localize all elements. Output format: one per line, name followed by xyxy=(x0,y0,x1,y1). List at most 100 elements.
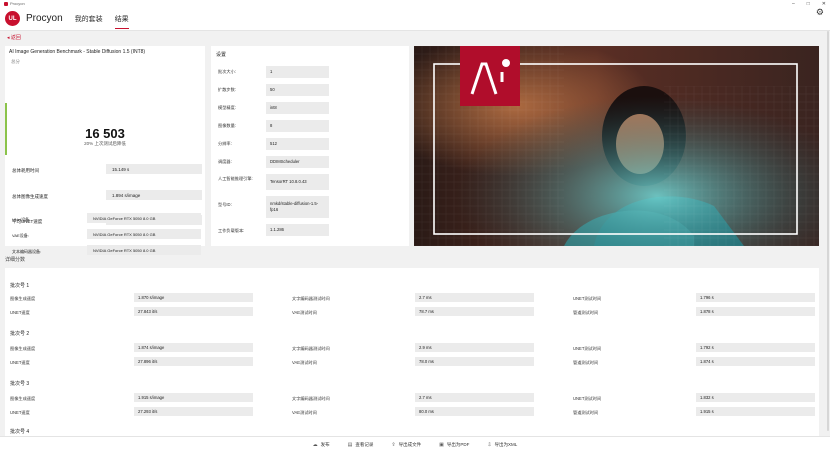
setting-value: 1 xyxy=(266,66,329,78)
detail-label: 文字编码器测试时间 xyxy=(292,346,330,351)
detail-label: UNET速度 xyxy=(10,310,30,315)
tab-my-suites[interactable]: 我的套装 xyxy=(75,7,103,30)
app-header: UL Procyon 我的套装 结果 xyxy=(0,7,830,31)
window-titlebar: Procyon – □ ✕ xyxy=(0,0,830,7)
setting-label: 模型精度: xyxy=(218,105,236,110)
detail-value: 1.874 s xyxy=(696,357,815,366)
detail-label: 图像生成速度 xyxy=(10,296,36,301)
setting-label: 分辨率: xyxy=(218,141,232,146)
overall-score: 16 503 xyxy=(85,126,125,141)
minimize-icon[interactable]: – xyxy=(792,1,795,7)
score-percentile: 20% 上次测试后降低 xyxy=(84,141,126,146)
pdf-icon: ▣ xyxy=(439,441,444,448)
detail-value: 1.792 s xyxy=(696,343,815,352)
view-log-button[interactable]: ▤ 查看记录 xyxy=(348,442,374,448)
device-label: 文本编码器设备: xyxy=(12,249,42,254)
setting-value: 512 xyxy=(266,138,329,150)
device-label: UNet设备: xyxy=(12,217,31,222)
benchmark-title: AI Image Generation Benchmark - Stable D… xyxy=(9,49,146,55)
detail-label: 文字编码器测试时间 xyxy=(292,296,330,301)
benchmark-hero-image xyxy=(414,46,819,246)
setting-value: 1.1.286 xyxy=(266,224,329,236)
window-title: Procyon xyxy=(10,1,25,6)
detail-value: 1.796 s xyxy=(696,293,815,302)
detail-value: 1.915 s xyxy=(696,407,815,416)
detail-value: 27.843 it/s xyxy=(134,307,253,316)
detail-label: UNET测试时间 xyxy=(573,346,602,351)
device-value: NVIDIA GeForce RTX 5050 8.0 GB xyxy=(87,213,201,223)
gear-icon[interactable]: ⚙ xyxy=(816,7,824,18)
setting-value: TensorRT 10.8.0.43 xyxy=(266,174,329,190)
setting-value: DDIMScheduler xyxy=(266,156,329,168)
setting-value: 50 xyxy=(266,84,329,96)
setting-value: nmkd/stable-diffusion-1.5-fp16 xyxy=(266,196,329,218)
hero-artwork xyxy=(414,46,819,246)
setting-value: 8 xyxy=(266,120,329,132)
score-subtitle: 总分 xyxy=(11,59,20,64)
detail-label: UNET测试时间 xyxy=(573,296,602,301)
detail-scores-label: 详细分数 xyxy=(5,257,26,263)
detail-value: 1.870 s/image xyxy=(134,293,253,302)
metric-label: 总体耗用时间 xyxy=(12,168,39,173)
detail-scores-card: 批次号 1 图像生成速度 1.870 s/image 文字编码器测试时间 2.7… xyxy=(5,268,819,436)
setting-label: 批次大小: xyxy=(218,69,236,74)
export-icon: ⇪ xyxy=(391,441,396,448)
detail-label: 图像生成速度 xyxy=(10,346,36,351)
footer-toolbar: ☁ 发布 ▤ 查看记录 ⇪ 导出成文件 ▣ 导出为PDF ⇩ 导出为XML xyxy=(0,436,830,452)
detail-label: UNET速度 xyxy=(10,410,30,415)
detail-value: 1.832 s xyxy=(696,393,815,402)
detail-value: 1.874 s/image xyxy=(134,343,253,352)
batch-title: 批次号 1 xyxy=(10,283,30,289)
setting-label: 扩散步数: xyxy=(218,87,236,92)
detail-label: 管道测试时间 xyxy=(573,310,599,315)
detail-label: 图像生成速度 xyxy=(10,396,36,401)
tab-results[interactable]: 结果 xyxy=(114,7,129,30)
detail-label: 文字编码器测试时间 xyxy=(292,396,330,401)
detail-label: VAE测试时间 xyxy=(292,360,317,365)
back-link[interactable]: ◂ 返回 xyxy=(7,34,21,41)
settings-card: 设置 批次大小: 1 扩散步数: 50 模型精度: int8 图像数量: 8 分… xyxy=(211,46,409,246)
maximize-icon[interactable]: □ xyxy=(807,1,810,7)
detail-value: 2.9 ms xyxy=(415,343,534,352)
publish-button[interactable]: ☁ 发布 xyxy=(313,442,330,448)
detail-label: 管道测试时间 xyxy=(573,360,599,365)
setting-value: int8 xyxy=(266,102,329,114)
close-icon[interactable]: ✕ xyxy=(822,1,826,7)
metric-value: 1.894 s/image xyxy=(106,190,202,200)
detail-value: 78.0 ms xyxy=(415,357,534,366)
settings-title: 设置 xyxy=(216,52,227,58)
page-scrollbar[interactable] xyxy=(827,31,829,431)
metric-label: 总体图像生成速度 xyxy=(12,194,48,199)
detail-label: UNET测试时间 xyxy=(573,396,602,401)
batch-title: 批次号 3 xyxy=(10,381,30,387)
detail-value: 1.878 s xyxy=(696,307,815,316)
detail-value: 2.7 ms xyxy=(415,393,534,402)
document-icon: ▤ xyxy=(347,441,353,448)
detail-value: 27.896 it/s xyxy=(134,357,253,366)
setting-label: 图像数量: xyxy=(218,123,236,128)
detail-value: 27.293 it/s xyxy=(134,407,253,416)
detail-value: 1.915 s/image xyxy=(134,393,253,402)
export-pdf-button[interactable]: ▣ 导出为PDF xyxy=(439,442,469,448)
device-value: NVIDIA GeForce RTX 5050 8.0 GB xyxy=(87,245,201,255)
detail-value: 2.7 ms xyxy=(415,293,534,302)
device-label: VAE设备: xyxy=(12,233,29,238)
app-name: Procyon xyxy=(26,13,63,24)
batch-title: 批次号 4 xyxy=(10,429,30,435)
batch-title: 批次号 2 xyxy=(10,331,30,337)
xml-icon: ⇩ xyxy=(487,441,492,448)
ul-logo: UL xyxy=(5,11,20,26)
detail-label: UNET速度 xyxy=(10,360,30,365)
detail-value: 78.7 ms xyxy=(415,307,534,316)
setting-label: 型号ID: xyxy=(218,202,232,207)
cloud-icon: ☁ xyxy=(312,441,318,448)
device-value: NVIDIA GeForce RTX 5050 8.0 GB xyxy=(87,229,201,239)
main-nav: 我的套装 结果 xyxy=(75,7,129,30)
export-xml-button[interactable]: ⇩ 导出为XML xyxy=(487,442,517,448)
export-file-button[interactable]: ⇪ 导出成文件 xyxy=(391,442,421,448)
setting-label: 调度器: xyxy=(218,159,232,164)
detail-value: 80.0 ms xyxy=(415,407,534,416)
detail-label: VAE测试时间 xyxy=(292,410,317,415)
metric-value: 15.149 s xyxy=(106,164,202,174)
detail-label: 管道测试时间 xyxy=(573,410,599,415)
